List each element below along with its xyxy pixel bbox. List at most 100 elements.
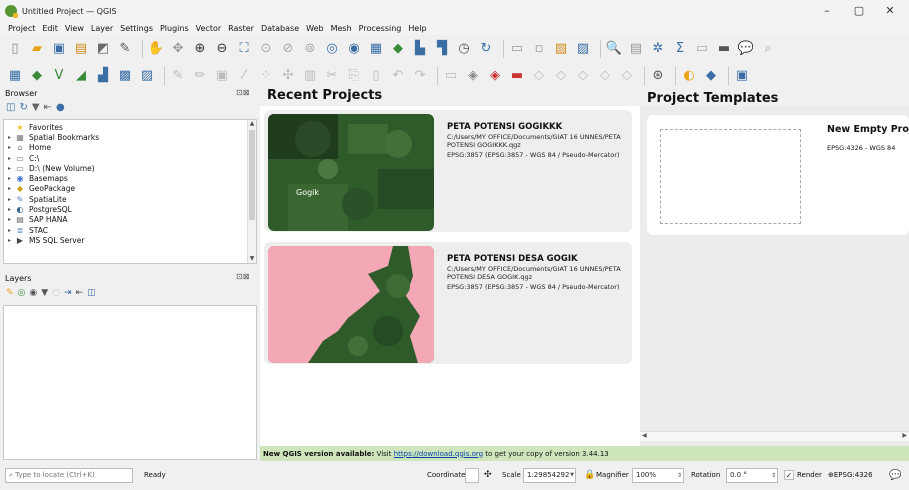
- expand-arrow-icon[interactable]: ▸: [8, 237, 15, 244]
- open-project-icon[interactable]: ▰: [28, 40, 46, 58]
- show-bookmarks-icon[interactable]: ▜: [433, 40, 451, 58]
- temporal-controller-icon[interactable]: ◷: [455, 40, 473, 58]
- scroll-right-icon[interactable]: ▶: [902, 432, 907, 439]
- deselect-icon[interactable]: ▨: [574, 40, 592, 58]
- new-map-view-icon[interactable]: ▦: [367, 40, 385, 58]
- locator-icon[interactable]: ⌕: [759, 40, 777, 58]
- close-button[interactable]: ✕: [876, 3, 904, 19]
- menu-plugins[interactable]: Plugins: [160, 24, 189, 33]
- menu-processing[interactable]: Processing: [359, 24, 402, 33]
- rotation-spinbox[interactable]: 0.0 ° ⇕: [726, 468, 778, 483]
- recent-project-card[interactable]: Gogik PETA POTENSI GOGIKKK C:/Users/MY O…: [264, 110, 632, 232]
- expand-arrow-icon[interactable]: ▸: [8, 165, 15, 172]
- browser-item[interactable]: ▸ ◐ PostgreSQL: [4, 204, 256, 214]
- browser-panel-controls[interactable]: ⊡⊠: [236, 88, 249, 97]
- expand-arrow-icon[interactable]: ▸: [8, 175, 15, 182]
- add-feature-icon[interactable]: ⁄: [235, 67, 253, 85]
- paste-icon[interactable]: ▯: [367, 67, 385, 85]
- expand-arrow-icon[interactable]: ▸: [8, 155, 15, 162]
- recent-project-card[interactable]: PETA POTENSI DESA GOGIK C:/Users/MY OFFI…: [264, 242, 632, 364]
- coordinate-input[interactable]: [465, 468, 479, 483]
- label-icon[interactable]: ▭: [442, 67, 460, 85]
- minimize-button[interactable]: –: [813, 3, 841, 19]
- download-link[interactable]: https://download.qgis.org: [394, 450, 483, 458]
- label-rotate-icon[interactable]: ◇: [552, 67, 570, 85]
- label-move-icon[interactable]: ◇: [530, 67, 548, 85]
- expand-arrow-icon[interactable]: ▸: [8, 134, 15, 141]
- pan-icon[interactable]: ✋: [147, 40, 165, 58]
- save-edits-icon[interactable]: ▣: [213, 67, 231, 85]
- python-icon[interactable]: ◐: [680, 67, 698, 85]
- manage-themes-icon[interactable]: ◉: [29, 288, 41, 298]
- layers-panel-controls[interactable]: ⊡⊠: [236, 272, 249, 281]
- add-wms-icon[interactable]: ▨: [138, 67, 156, 85]
- print-layout-icon[interactable]: ▤: [72, 40, 90, 58]
- browser-item[interactable]: ▸ ▤ SAP HANA: [4, 215, 256, 225]
- menu-vector[interactable]: Vector: [196, 24, 222, 33]
- browser-item[interactable]: ▸ ✎ SpatiaLite: [4, 194, 256, 204]
- filter-expression-icon[interactable]: ◌: [52, 288, 64, 298]
- browser-item[interactable]: ▸ ⌂ Home: [4, 143, 256, 153]
- new-3d-view-icon[interactable]: ◆: [389, 40, 407, 58]
- scroll-left-icon[interactable]: ◀: [642, 432, 647, 439]
- menu-layer[interactable]: Layer: [91, 24, 113, 33]
- browser-item[interactable]: ★ Favorites: [4, 122, 256, 132]
- collapse-all-layers-icon[interactable]: ⇤: [76, 288, 88, 298]
- menu-settings[interactable]: Settings: [120, 24, 153, 33]
- cut-icon[interactable]: ✂: [323, 67, 341, 85]
- menu-view[interactable]: View: [65, 24, 84, 33]
- scroll-down-icon[interactable]: ▼: [248, 255, 256, 263]
- messages-icon[interactable]: 💬: [889, 468, 901, 483]
- digitize-icon[interactable]: ✎: [169, 67, 187, 85]
- expand-arrow-icon[interactable]: ▸: [8, 227, 15, 234]
- expand-arrow-icon[interactable]: ▸: [8, 144, 15, 151]
- zoom-next-icon[interactable]: ◉: [345, 40, 363, 58]
- python-plugin-icon[interactable]: ◆: [702, 67, 720, 85]
- menu-raster[interactable]: Raster: [228, 24, 254, 33]
- sum-icon[interactable]: Σ: [671, 40, 689, 58]
- expand-arrow-icon[interactable]: ▸: [8, 216, 15, 223]
- map-tips-icon[interactable]: 💬: [737, 40, 755, 58]
- expand-all-icon[interactable]: ⇥: [64, 288, 76, 298]
- move-feature-icon[interactable]: ✣: [279, 67, 297, 85]
- extents-toggle-icon[interactable]: ✣: [484, 468, 492, 483]
- label-abc-icon[interactable]: ▬: [508, 67, 526, 85]
- delete-selected-icon[interactable]: ▥: [301, 67, 319, 85]
- label-pin-icon[interactable]: ◈: [464, 67, 482, 85]
- menu-help[interactable]: Help: [408, 24, 426, 33]
- browser-item[interactable]: ▸ ◆ GeoPackage: [4, 184, 256, 194]
- add-selected-icon[interactable]: ◫: [6, 102, 19, 113]
- browser-item[interactable]: ▸ ≣ STAC: [4, 225, 256, 235]
- scale-combobox[interactable]: 1:29854292 ▼: [523, 468, 576, 483]
- layers-tree[interactable]: [3, 305, 257, 460]
- zoom-full-icon[interactable]: ⛶: [235, 40, 253, 58]
- measure-line-icon[interactable]: ▬: [715, 40, 733, 58]
- filter-icon[interactable]: ▼: [32, 102, 44, 113]
- layout-manager-icon[interactable]: ✎: [116, 40, 134, 58]
- magnifier-spinbox[interactable]: 100% ⇕: [632, 468, 684, 483]
- redo-icon[interactable]: ↷: [411, 67, 429, 85]
- menu-web[interactable]: Web: [306, 24, 323, 33]
- bookmark-icon[interactable]: ▙: [411, 40, 429, 58]
- attribute-table-icon[interactable]: ▤: [627, 40, 645, 58]
- plugin-globe-icon[interactable]: ⊛: [649, 67, 667, 85]
- zoom-native-icon[interactable]: ⊚: [301, 40, 319, 58]
- undo-icon[interactable]: ↶: [389, 67, 407, 85]
- zoom-to-layer-icon[interactable]: ⊘: [279, 40, 297, 58]
- expand-arrow-icon[interactable]: ▸: [8, 185, 15, 192]
- copy-icon[interactable]: ⎘: [345, 67, 363, 85]
- settings-icon[interactable]: ✲: [649, 40, 667, 58]
- info-icon[interactable]: ●: [56, 102, 69, 113]
- filter-legend-icon[interactable]: ▼: [41, 288, 52, 298]
- label-hide-icon[interactable]: ◇: [618, 67, 636, 85]
- select-by-value-icon[interactable]: ▧: [552, 40, 570, 58]
- browser-item[interactable]: ▸ ▦ Spatial Bookmarks: [4, 132, 256, 142]
- save-project-icon[interactable]: ▣: [50, 40, 68, 58]
- pan-to-selection-icon[interactable]: ✥: [169, 40, 187, 58]
- add-group-icon[interactable]: ◎: [18, 288, 30, 298]
- lock-icon[interactable]: 🔒: [584, 468, 595, 483]
- spin-arrows-icon[interactable]: ⇕: [677, 469, 682, 482]
- style-manager-icon[interactable]: ◩: [94, 40, 112, 58]
- menu-mesh[interactable]: Mesh: [331, 24, 352, 33]
- scroll-up-icon[interactable]: ▲: [248, 120, 256, 128]
